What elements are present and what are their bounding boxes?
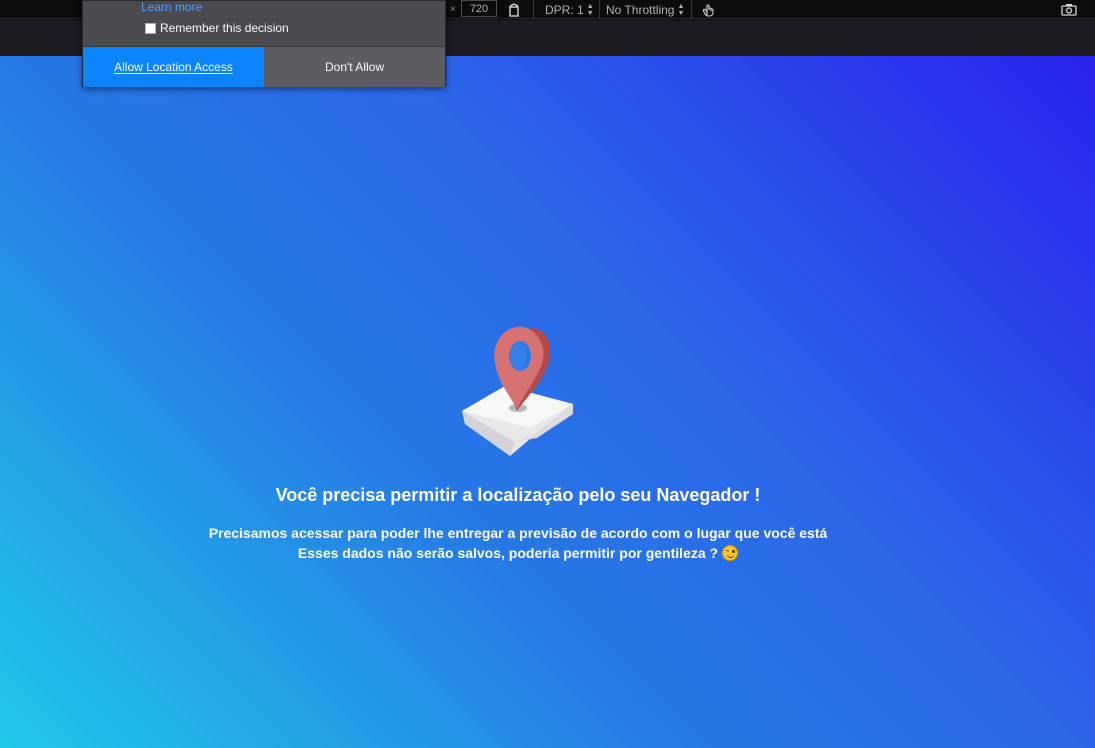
- throttling-select[interactable]: No Throttling ▲ ▼: [606, 0, 684, 19]
- learn-more-link[interactable]: Learn more: [141, 0, 202, 14]
- description-line-2-text: Esses dados não serão salvos, poderia pe…: [297, 545, 719, 561]
- throttling-label: No Throttling: [606, 2, 675, 17]
- winking-face-icon: [722, 545, 739, 561]
- description-line-1: Precisamos acessar para poder lhe entreg…: [208, 525, 828, 541]
- location-permission-popup: Learn more Remember this decision Allow …: [82, 0, 446, 87]
- location-pin-map-icon: [462, 326, 573, 456]
- select-arrows-icon: ▲ ▼: [586, 2, 594, 17]
- viewport-height-input[interactable]: 720: [461, 0, 497, 17]
- dont-allow-button[interactable]: Don't Allow: [264, 47, 445, 87]
- page-headline: Você precisa permitir a localização pelo…: [275, 485, 761, 505]
- dimension-separator: ×: [450, 4, 456, 15]
- remember-checkbox[interactable]: [145, 22, 156, 34]
- rotate-device-icon[interactable]: [506, 0, 522, 19]
- touch-simulation-icon[interactable]: [700, 0, 718, 19]
- description-line-2: Esses dados não serão salvos, poderia pe…: [0, 545, 1036, 561]
- remember-decision-row[interactable]: Remember this decision: [145, 21, 289, 35]
- dpr-label: DPR: 1: [545, 2, 584, 17]
- page-viewport: Você precisa permitir a localização pelo…: [0, 56, 1095, 748]
- camera-icon[interactable]: [1059, 0, 1079, 19]
- remember-label: Remember this decision: [160, 21, 289, 35]
- permission-buttons: Allow Location Access Don't Allow: [83, 46, 445, 87]
- select-arrows-icon: ▲ ▼: [677, 2, 685, 17]
- dpr-select[interactable]: DPR: 1 ▲ ▼: [545, 0, 594, 19]
- allow-location-button[interactable]: Allow Location Access: [83, 47, 264, 87]
